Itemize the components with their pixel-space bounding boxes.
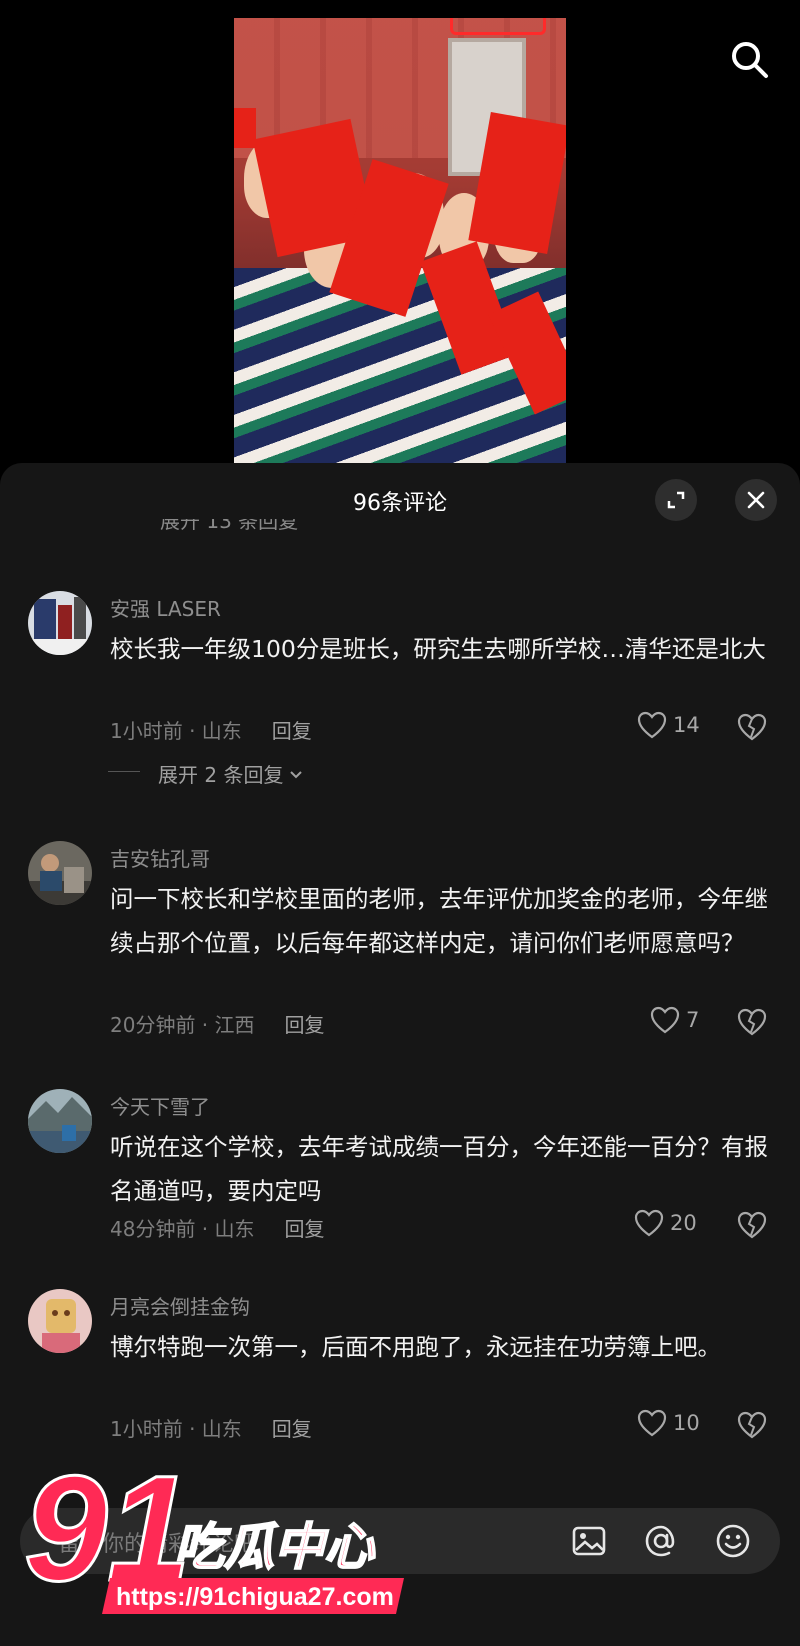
broken-heart-icon [737,1411,767,1439]
broken-heart-icon [737,713,767,741]
like-count: 10 [673,1411,700,1435]
like-button[interactable]: 10 [637,1409,700,1437]
comment-text: 问一下校长和学校里面的老师，去年评优加奖金的老师，今年继续占那个位置，以后每年都… [110,885,768,957]
comment-text: 校长我一年级100分是班长，研究生去哪所学校…清华还是北大 [110,635,766,663]
comment-meta: 48分钟前 · 山东 回复 [110,1213,325,1242]
chevron-down-icon [290,770,303,778]
heart-icon [650,1006,680,1034]
reply-button[interactable]: 回复 [285,1013,325,1037]
like-button[interactable]: 20 [634,1209,697,1237]
heart-icon [634,1209,664,1237]
comment-item: 今天下雪了 听说在这个学校，去年考试成绩一百分，今年还能一百分？有报名通道吗，要… [0,1089,800,1249]
avatar[interactable] [28,591,92,655]
like-count: 14 [673,713,700,737]
video-area[interactable] [0,0,800,470]
close-icon [747,491,765,509]
comment-input-bar[interactable]: 留下你的精彩评论吧 [20,1508,780,1574]
like-count: 7 [686,1008,700,1032]
heart-icon [637,1409,667,1437]
comment-time-location: 48分钟前 · 山东 [110,1217,255,1241]
comment-username[interactable]: 今天下雪了 [110,1091,210,1120]
comment-username[interactable]: 吉安钻孔哥 [110,843,210,872]
mention-icon[interactable] [642,1522,680,1560]
dislike-button[interactable] [737,1211,767,1243]
comment-sheet: 96条评论 展开 13 条回复 安强 LASER 校长我一年级100分是班长，研… [0,463,800,1646]
comment-meta: 1小时前 · 山东 回复 [110,715,312,744]
video-top-indicator [450,18,546,35]
avatar[interactable] [28,1289,92,1353]
emoji-icon[interactable] [714,1522,752,1560]
comment-input[interactable]: 留下你的精彩评论吧 [58,1526,256,1558]
broken-heart-icon [737,1211,767,1239]
dislike-button[interactable] [737,1411,767,1443]
avatar[interactable] [28,841,92,905]
comment-item: 吉安钻孔哥 问一下校长和学校里面的老师，去年评优加奖金的老师，今年继续占那个位置… [0,841,800,1041]
expand-replies-label: 展开 2 条回复 [158,763,284,787]
video-flag [234,108,256,148]
dislike-button[interactable] [737,713,767,745]
image-icon[interactable] [570,1522,608,1560]
comment-text: 博尔特跑一次第一，后面不用跑了，永远挂在功劳簿上吧。 [110,1333,721,1361]
like-count: 20 [670,1211,697,1235]
reply-button[interactable]: 回复 [272,719,312,743]
comment-time-location: 20分钟前 · 江西 [110,1013,255,1037]
broken-heart-icon [737,1008,767,1036]
search-icon[interactable] [728,38,772,82]
comment-item: 月亮会倒挂金钩 博尔特跑一次第一，后面不用跑了，永远挂在功劳簿上吧。 1小时前 … [0,1289,800,1449]
comment-username[interactable]: 安强 LASER [110,593,221,622]
comment-time-location: 1小时前 · 山东 [110,1417,242,1441]
expand-icon [667,491,685,509]
expand-line [108,771,140,772]
dislike-button[interactable] [737,1008,767,1040]
reply-button[interactable]: 回复 [285,1217,325,1241]
expand-replies-button[interactable]: 展开 2 条回复 [108,759,305,788]
comment-meta: 20分钟前 · 江西 回复 [110,1009,325,1038]
comment-time-location: 1小时前 · 山东 [110,719,242,743]
expand-sheet-button[interactable] [655,479,697,521]
comment-username[interactable]: 月亮会倒挂金钩 [110,1291,250,1320]
heart-icon [637,711,667,739]
comment-meta: 1小时前 · 山东 回复 [110,1413,312,1442]
close-sheet-button[interactable] [735,479,777,521]
like-button[interactable]: 14 [637,711,700,739]
comment-item: 安强 LASER 校长我一年级100分是班长，研究生去哪所学校…清华还是北大 1… [0,591,800,791]
like-button[interactable]: 7 [650,1006,699,1034]
avatar[interactable] [28,1089,92,1153]
video-thumbnail[interactable] [234,18,566,470]
expand-replies-previous[interactable]: 展开 13 条回复 [160,519,298,535]
comment-text: 听说在这个学校，去年考试成绩一百分，今年还能一百分？有报名通道吗，要内定吗 [110,1133,768,1205]
reply-button[interactable]: 回复 [272,1417,312,1441]
sheet-header: 96条评论 [0,463,800,533]
